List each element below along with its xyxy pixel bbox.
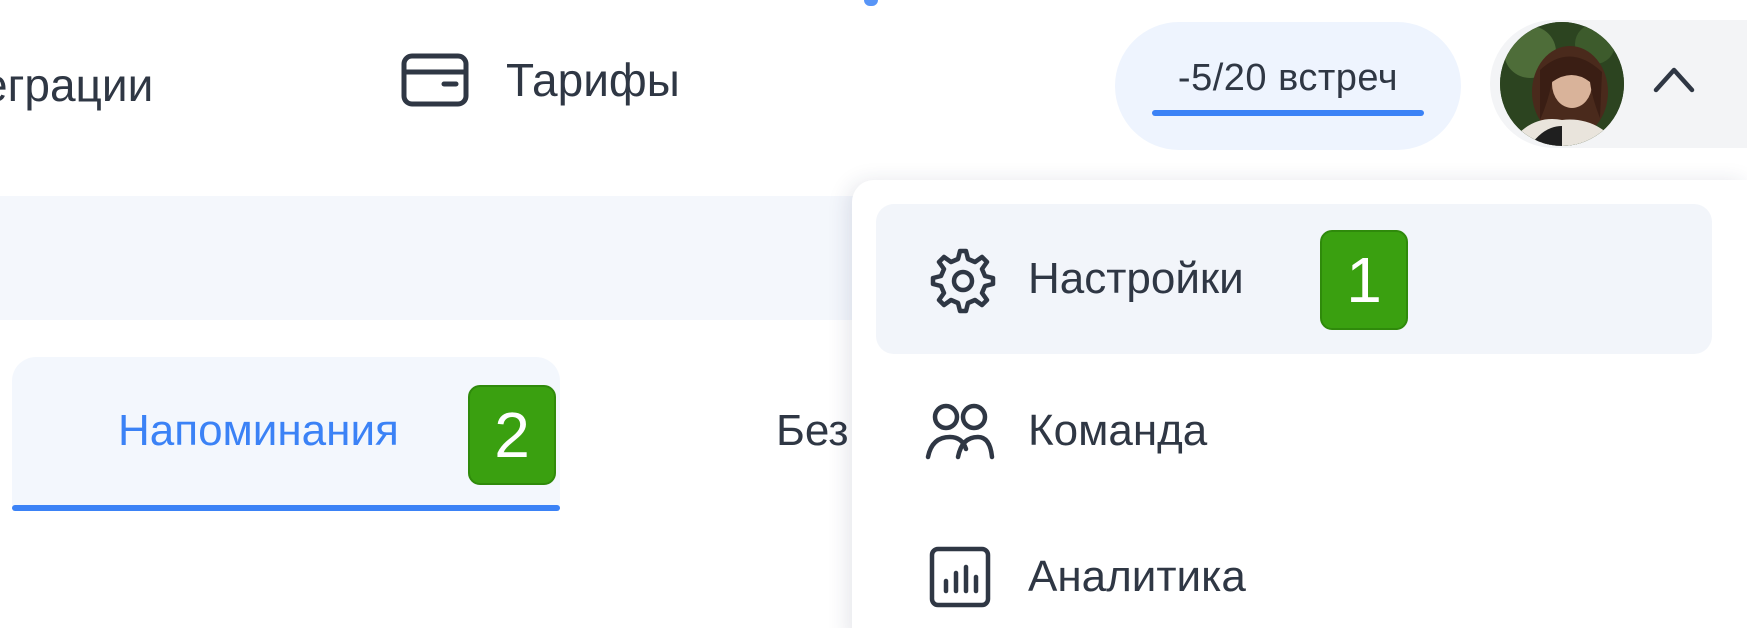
menu-item-settings-label: Настройки xyxy=(1028,254,1244,303)
meetings-quota-pill[interactable]: -5/20 встреч xyxy=(1115,22,1461,150)
menu-item-team-label: Команда xyxy=(1028,406,1208,455)
badge-1: 1 xyxy=(1320,230,1408,330)
top-indicator xyxy=(864,0,878,6)
menu-item-settings[interactable]: Настройки xyxy=(876,204,1712,354)
team-icon xyxy=(925,403,995,460)
analytics-icon xyxy=(929,546,991,608)
menu-item-analytics-label: Аналитика xyxy=(1028,552,1246,601)
tab-second[interactable]: Без xyxy=(776,406,849,456)
user-dropdown-menu: Настройки Команда Аналитика xyxy=(852,180,1747,628)
avatar-image xyxy=(1500,22,1624,146)
tab-reminders-label: Напоминания xyxy=(118,406,399,455)
nav-integrations-label: еграции xyxy=(0,59,154,111)
card-icon xyxy=(401,53,469,107)
nav-tariffs-label: Тарифы xyxy=(506,54,680,106)
chevron-up-icon[interactable] xyxy=(1652,64,1696,94)
quota-underline xyxy=(1152,109,1424,116)
page: еграции Тарифы -5/20 встреч Напоминания xyxy=(0,0,1747,628)
menu-item-analytics[interactable]: Аналитика xyxy=(876,502,1712,628)
tab-active-underline xyxy=(12,505,560,511)
nav-tariffs[interactable]: Тарифы xyxy=(400,52,680,108)
menu-item-team[interactable]: Команда xyxy=(876,356,1712,506)
meetings-quota-text: -5/20 встреч xyxy=(1177,56,1399,99)
badge-2: 2 xyxy=(468,385,556,485)
nav-integrations[interactable]: еграции xyxy=(0,58,153,112)
avatar[interactable] xyxy=(1500,22,1624,146)
gear-icon xyxy=(930,248,996,314)
